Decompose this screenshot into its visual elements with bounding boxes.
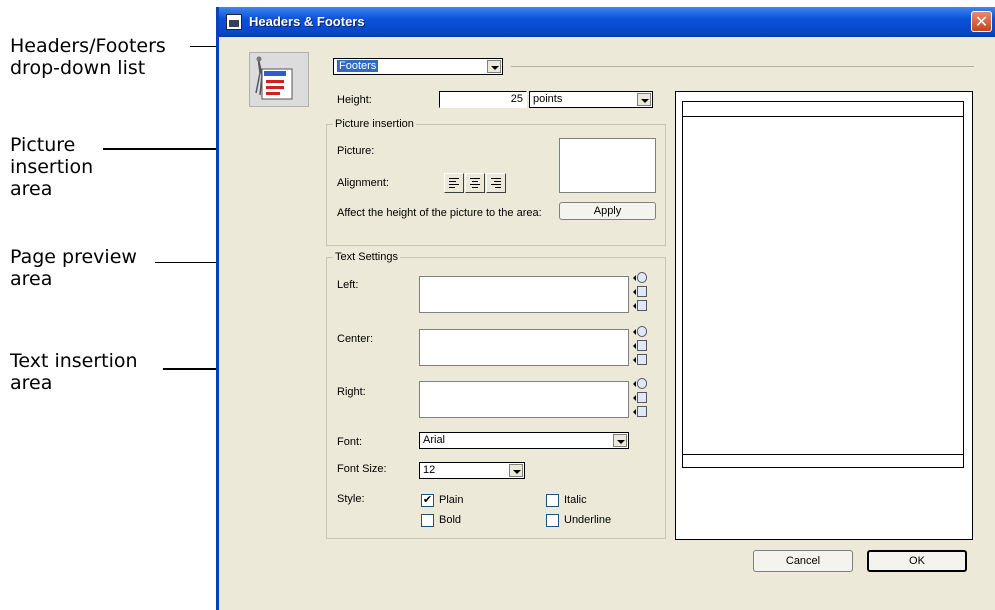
font-select[interactable]: Arial [419, 432, 629, 449]
right-label: Right: [337, 386, 366, 398]
chevron-down-icon [487, 60, 501, 73]
center-label: Center: [337, 333, 374, 345]
cancel-button[interactable]: Cancel [753, 550, 853, 572]
bold-label: Bold [439, 514, 462, 526]
picture-insertion-title: Picture insertion [333, 118, 416, 130]
preview-header-line [683, 116, 963, 117]
apply-button[interactable]: Apply [559, 202, 656, 220]
chevron-down-icon [509, 464, 523, 477]
header-separator [511, 66, 974, 67]
preview-footer-line [683, 454, 963, 455]
callout-page-preview: Page preview area [10, 246, 137, 290]
font-size-select[interactable]: 12 [419, 462, 525, 479]
font-size-label: Font Size: [337, 463, 387, 475]
align-left-button[interactable] [444, 173, 464, 193]
plain-label: Plain [439, 494, 464, 506]
height-unit-select[interactable]: points [529, 91, 653, 108]
insert-date-icon[interactable] [633, 340, 647, 351]
underline-checkbox[interactable] [546, 514, 559, 527]
insert-time-icon[interactable] [633, 272, 647, 283]
window-title: Headers & Footers [249, 14, 365, 29]
insert-page-icon[interactable] [633, 354, 647, 365]
height-value: 25 [510, 93, 523, 105]
ok-button[interactable]: OK [867, 550, 967, 572]
insert-date-icon[interactable] [633, 392, 647, 403]
page-preview-page [682, 101, 964, 468]
center-text-area[interactable] [419, 329, 629, 366]
height-unit-value: points [533, 93, 563, 105]
left-label: Left: [337, 279, 359, 291]
font-label: Font: [337, 436, 363, 448]
text-settings-title: Text Settings [333, 251, 400, 263]
title-bar: Headers & Footers ✕ [219, 7, 995, 37]
section-select[interactable]: Footers [333, 58, 503, 75]
align-center-button[interactable] [465, 173, 485, 193]
headers-footers-dialog: Headers & Footers ✕ Footers Height: 25 p… [216, 7, 995, 610]
right-text-area[interactable] [419, 381, 629, 418]
chevron-down-icon [613, 434, 627, 447]
alignment-label: Alignment: [337, 177, 389, 189]
callout-text-insertion: Text insertion area [10, 350, 138, 394]
plain-checkbox[interactable]: ✔ [421, 494, 434, 507]
app-icon [226, 14, 242, 30]
insert-page-icon[interactable] [633, 406, 647, 417]
picture-drop-area[interactable] [559, 138, 656, 193]
page-preview-area [675, 91, 973, 540]
insert-page-icon[interactable] [633, 300, 647, 311]
affect-height-label: Affect the height of the picture to the … [337, 207, 542, 219]
style-label: Style: [337, 493, 365, 505]
insert-time-icon[interactable] [633, 326, 647, 337]
italic-label: Italic [564, 494, 587, 506]
callout-picture-insertion: Picture insertion area [10, 134, 94, 200]
bold-checkbox[interactable] [421, 514, 434, 527]
section-select-value: Footers [337, 60, 379, 72]
callout-headers-footers-dropdown: Headers/Footers drop-down list [10, 35, 166, 79]
align-right-button[interactable] [486, 173, 506, 193]
chevron-down-icon [637, 93, 651, 106]
font-size-value: 12 [423, 464, 436, 476]
underline-label: Underline [564, 514, 612, 526]
italic-checkbox[interactable] [546, 494, 559, 507]
font-value: Arial [423, 434, 446, 446]
height-input[interactable]: 25 [439, 91, 527, 108]
close-button[interactable]: ✕ [971, 11, 992, 32]
insert-date-icon[interactable] [633, 286, 647, 297]
left-text-area[interactable] [419, 276, 629, 313]
insert-time-icon[interactable] [633, 378, 647, 389]
headers-footers-icon [249, 52, 309, 107]
picture-label: Picture: [337, 145, 375, 157]
height-label: Height: [337, 94, 372, 106]
